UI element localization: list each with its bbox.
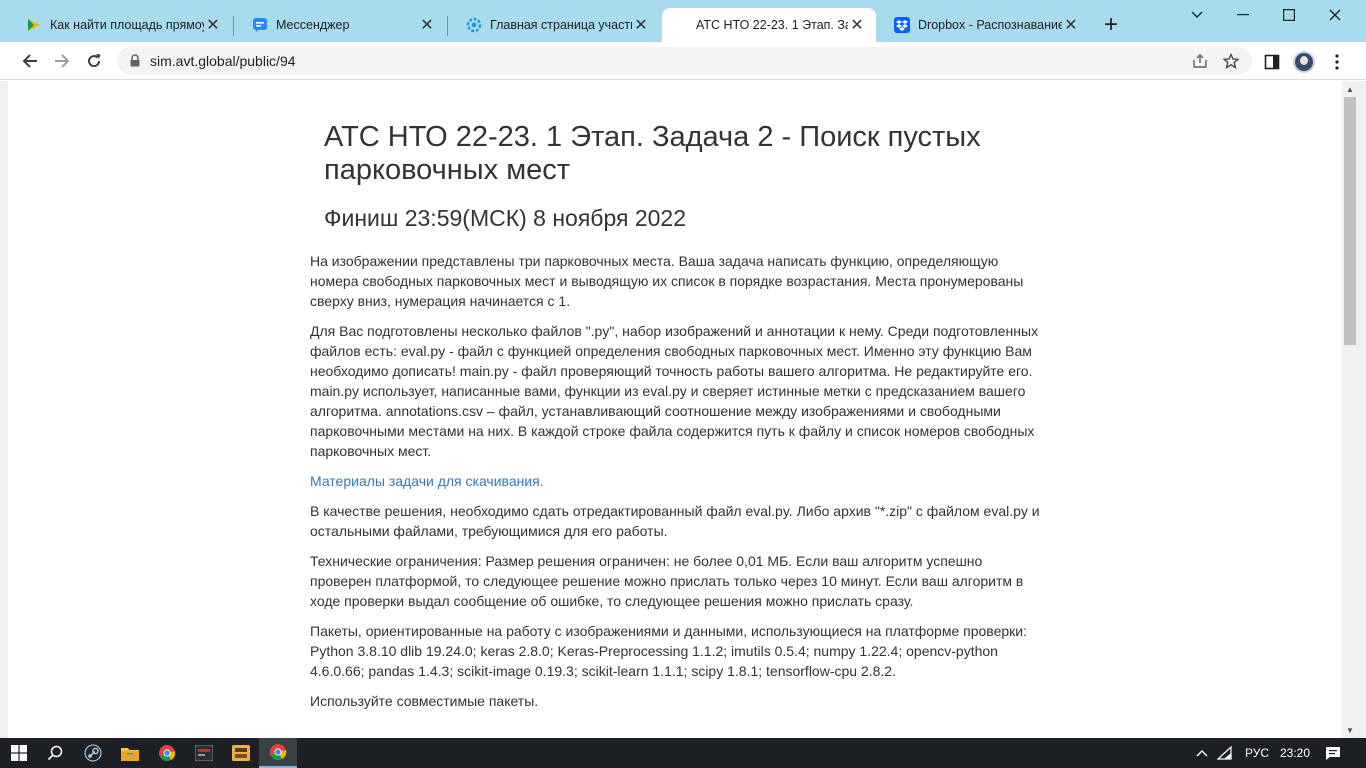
task-paragraph: На изображении представлены три парковоч…: [310, 253, 1024, 309]
windows-start-icon[interactable]: [0, 738, 38, 768]
close-tab-icon[interactable]: ✕: [848, 16, 866, 34]
forward-arrow-icon[interactable]: [47, 46, 77, 76]
messenger-icon: [252, 17, 268, 33]
archive-app-icon[interactable]: [222, 738, 260, 768]
avatar: [1293, 51, 1315, 73]
language-indicator[interactable]: РУС: [1245, 746, 1269, 760]
maximize-icon[interactable]: [1266, 0, 1312, 30]
share-icon[interactable]: [1190, 51, 1210, 71]
close-window-icon[interactable]: [1312, 0, 1358, 30]
packages-paragraph: Пакеты, ориентированные на работу с изоб…: [310, 623, 1027, 679]
url-text[interactable]: sim.avt.global/public/94: [150, 53, 296, 69]
chrome-active-icon[interactable]: [259, 738, 297, 768]
page-title: АТС НТО 22-23. 1 Этап. Задача 2 - Поиск …: [324, 121, 981, 186]
reload-icon[interactable]: [79, 46, 109, 76]
page-viewport: АТС НТО 22-23. 1 Этап. Задача 2 - Поиск …: [8, 81, 1342, 738]
tab-active-task[interactable]: АТС НТО 22-23. 1 Этап. Зада ✕: [662, 8, 876, 42]
tab-messenger[interactable]: Мессенджер ✕: [234, 8, 446, 42]
scroll-up-arrow-icon[interactable]: ▲: [1342, 83, 1358, 97]
tab-dropbox[interactable]: Dropbox - Распознавание с ✕: [876, 8, 1090, 42]
close-tab-icon[interactable]: ✕: [204, 16, 222, 34]
back-arrow-icon[interactable]: [15, 46, 45, 76]
search-icon[interactable]: [36, 738, 74, 768]
notifications-icon[interactable]: [1316, 738, 1350, 768]
tab-title: Главная страница участник: [490, 18, 632, 32]
chrome-icon[interactable]: [148, 738, 186, 768]
scroll-down-arrow-icon[interactable]: ▼: [1342, 724, 1358, 738]
dropbox-icon: [894, 17, 910, 33]
video-play-icon: [26, 17, 42, 33]
lock-icon[interactable]: [130, 54, 140, 72]
windows-taskbar: РУС 23:20: [0, 738, 1366, 768]
close-tab-icon[interactable]: ✕: [1062, 16, 1080, 34]
tab-video[interactable]: Как найти площадь прямоу ✕: [18, 8, 232, 42]
tab-participant-home[interactable]: Главная страница участник ✕: [448, 8, 660, 42]
tab-title: АТС НТО 22-23. 1 Этап. Зада: [696, 18, 848, 32]
bookmark-star-icon[interactable]: [1221, 51, 1241, 71]
deadline-heading: Финиш 23:59(МСК) 8 ноября 2022: [324, 205, 687, 231]
side-panel-icon[interactable]: [1261, 51, 1283, 73]
tab-title: Dropbox - Распознавание с: [918, 18, 1062, 32]
close-tab-icon[interactable]: ✕: [418, 16, 436, 34]
materials-link-paragraph: Материалы задачи для скачивания.: [310, 471, 1043, 491]
materials-download-link[interactable]: Материалы задачи для скачивания.: [310, 473, 544, 489]
new-tab-button[interactable]: +: [1098, 13, 1124, 39]
files-description-paragraph: Для Вас подготовлены несколько файлов ".…: [310, 323, 1039, 459]
profile-avatar[interactable]: [1293, 51, 1315, 73]
window-border-right: [1358, 81, 1366, 738]
compat-note-paragraph: Используйте совместимые пакеты.: [310, 693, 539, 709]
address-bar[interactable]: sim.avt.global/public/94: [117, 47, 1252, 75]
scrollbar-thumb[interactable]: [1344, 97, 1356, 345]
solution-paragraph: В качестве решения, необходимо сдать отр…: [310, 503, 1040, 539]
terminal-app-icon[interactable]: [185, 738, 223, 768]
steam-icon[interactable]: [74, 738, 112, 768]
window-border-left: [0, 81, 8, 738]
close-tab-icon[interactable]: ✕: [632, 16, 650, 34]
tab-title: Мессенджер: [276, 18, 350, 32]
limits-paragraph: Технические ограничения: Размер решения …: [310, 553, 1024, 609]
task-content: АТС НТО 22-23. 1 Этап. Задача 2 - Поиск …: [310, 81, 1043, 711]
page-scrollbar[interactable]: ▲ ▼: [1342, 81, 1358, 738]
tab-search-chevron-icon[interactable]: [1174, 0, 1220, 30]
tab-title: Как найти площадь прямоу: [50, 18, 204, 32]
wifi-icon[interactable]: [1210, 738, 1240, 768]
file-explorer-icon[interactable]: [111, 738, 149, 768]
gear-icon: [466, 17, 482, 33]
tab-strip: Как найти площадь прямоу ✕ Мессенджер ✕ …: [0, 0, 1366, 42]
browser-toolbar: sim.avt.global/public/94: [0, 42, 1366, 80]
kebab-menu-icon[interactable]: [1326, 51, 1348, 73]
clock-time[interactable]: 23:20: [1280, 746, 1310, 760]
minimize-icon[interactable]: [1220, 0, 1266, 30]
